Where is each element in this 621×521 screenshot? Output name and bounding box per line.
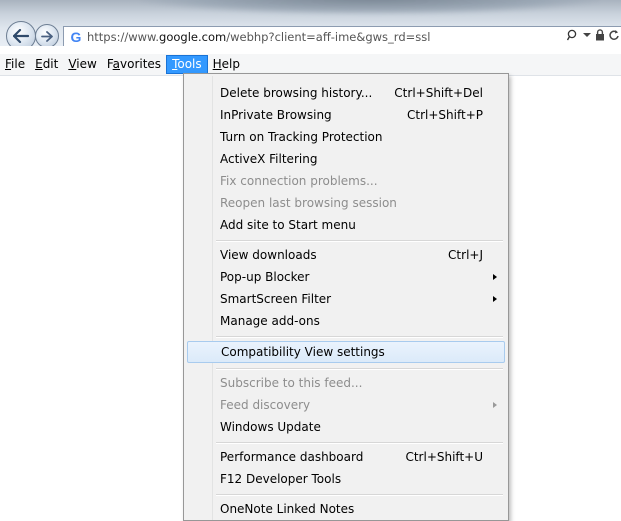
- menu-item-shortcut: Ctrl+Shift+P: [407, 108, 483, 122]
- menu-item-manage-add-ons[interactable]: Manage add-ons: [187, 310, 505, 332]
- menu-separator: [216, 336, 503, 338]
- menu-item-shortcut: Ctrl+Shift+Del: [394, 86, 483, 100]
- menu-item-delete-browsing-history[interactable]: Delete browsing history... Ctrl+Shift+De…: [187, 82, 505, 104]
- forward-button[interactable]: [35, 24, 59, 46]
- menu-item-windows-update[interactable]: Windows Update: [187, 416, 505, 438]
- menu-item-shortcut: Ctrl+Shift+U: [405, 450, 483, 464]
- menu-item-fix-connection-problems: Fix connection problems...: [187, 170, 505, 192]
- menu-item-label: InPrivate Browsing: [220, 108, 332, 122]
- menu-item-smartscreen-filter[interactable]: SmartScreen Filter: [187, 288, 505, 310]
- lock-icon[interactable]: [595, 29, 605, 41]
- menu-item-label: ActiveX Filtering: [220, 152, 318, 166]
- address-bar[interactable]: G https://www.google.com/webhp?client=af…: [63, 26, 621, 46]
- menu-item-add-site-to-start[interactable]: Add site to Start menu: [187, 214, 505, 236]
- menu-item-label: Reopen last browsing session: [220, 196, 397, 210]
- menu-item-label: Pop-up Blocker: [220, 270, 310, 284]
- menu-item-label: Manage add-ons: [220, 314, 320, 328]
- forward-arrow-icon: [41, 30, 53, 42]
- menu-item-label: SmartScreen Filter: [220, 292, 332, 306]
- menu-tools[interactable]: Tools: [166, 55, 208, 74]
- browser-toolbar: G https://www.google.com/webhp?client=af…: [0, 0, 621, 46]
- back-arrow-icon: [13, 29, 29, 43]
- menu-item-reopen-last-session: Reopen last browsing session: [187, 192, 505, 214]
- menu-item-label: Turn on Tracking Protection: [220, 130, 383, 144]
- menu-item-tracking-protection[interactable]: Turn on Tracking Protection: [187, 126, 505, 148]
- search-icon[interactable]: [567, 29, 579, 41]
- menu-separator: [216, 368, 503, 370]
- submenu-arrow-icon: [493, 402, 497, 408]
- menu-item-label: Feed discovery: [220, 398, 311, 412]
- favicon-icon: G: [70, 28, 82, 45]
- menu-item-label: F12 Developer Tools: [220, 472, 342, 486]
- dropdown-arrow-icon[interactable]: [583, 32, 591, 38]
- submenu-arrow-icon: [493, 296, 497, 302]
- menu-item-label: View downloads: [220, 248, 317, 262]
- menu-separator: [216, 240, 503, 242]
- menu-item-subscribe-to-feed: Subscribe to this feed...: [187, 372, 505, 394]
- menu-item-label: Add site to Start menu: [220, 218, 356, 232]
- menu-favorites[interactable]: Favorites: [102, 55, 166, 74]
- menu-item-activex-filtering[interactable]: ActiveX Filtering: [187, 148, 505, 170]
- back-button[interactable]: [6, 21, 36, 46]
- menu-item-f12-developer-tools[interactable]: F12 Developer Tools: [187, 468, 505, 490]
- address-bar-icons: [567, 29, 619, 41]
- tools-menu-dropdown: Delete browsing history... Ctrl+Shift+De…: [183, 73, 509, 521]
- menu-view[interactable]: View: [63, 55, 101, 74]
- menu-file[interactable]: File: [0, 55, 30, 74]
- menu-separator: [216, 494, 503, 496]
- menu-item-label: Fix connection problems...: [220, 174, 378, 188]
- menu-edit[interactable]: Edit: [30, 55, 63, 74]
- menu-item-label: Subscribe to this feed...: [220, 376, 363, 390]
- menu-item-label: Delete browsing history...: [220, 86, 373, 100]
- menu-item-label: OneNote Linked Notes: [220, 502, 355, 516]
- menu-item-inprivate-browsing[interactable]: InPrivate Browsing Ctrl+Shift+P: [187, 104, 505, 126]
- menu-item-popup-blocker[interactable]: Pop-up Blocker: [187, 266, 505, 288]
- menu-item-label: Windows Update: [220, 420, 321, 434]
- menu-item-label: Compatibility View settings: [221, 345, 385, 359]
- menu-item-onenote-linked-notes[interactable]: OneNote Linked Notes: [187, 498, 505, 520]
- menu-help[interactable]: Help: [208, 55, 245, 74]
- submenu-arrow-icon: [493, 274, 497, 280]
- menu-item-performance-dashboard[interactable]: Performance dashboard Ctrl+Shift+U: [187, 446, 505, 468]
- menu-separator: [216, 442, 503, 444]
- url-text[interactable]: https://www.google.com/webhp?client=aff-…: [87, 30, 430, 44]
- menu-item-compatibility-view-settings[interactable]: Compatibility View settings: [187, 341, 505, 363]
- menu-item-view-downloads[interactable]: View downloads Ctrl+J: [187, 244, 505, 266]
- refresh-icon[interactable]: [609, 29, 619, 41]
- title-gradient: [140, 0, 600, 14]
- menu-item-feed-discovery: Feed discovery: [187, 394, 505, 416]
- menu-item-label: Performance dashboard: [220, 450, 364, 464]
- menu-item-shortcut: Ctrl+J: [448, 248, 483, 262]
